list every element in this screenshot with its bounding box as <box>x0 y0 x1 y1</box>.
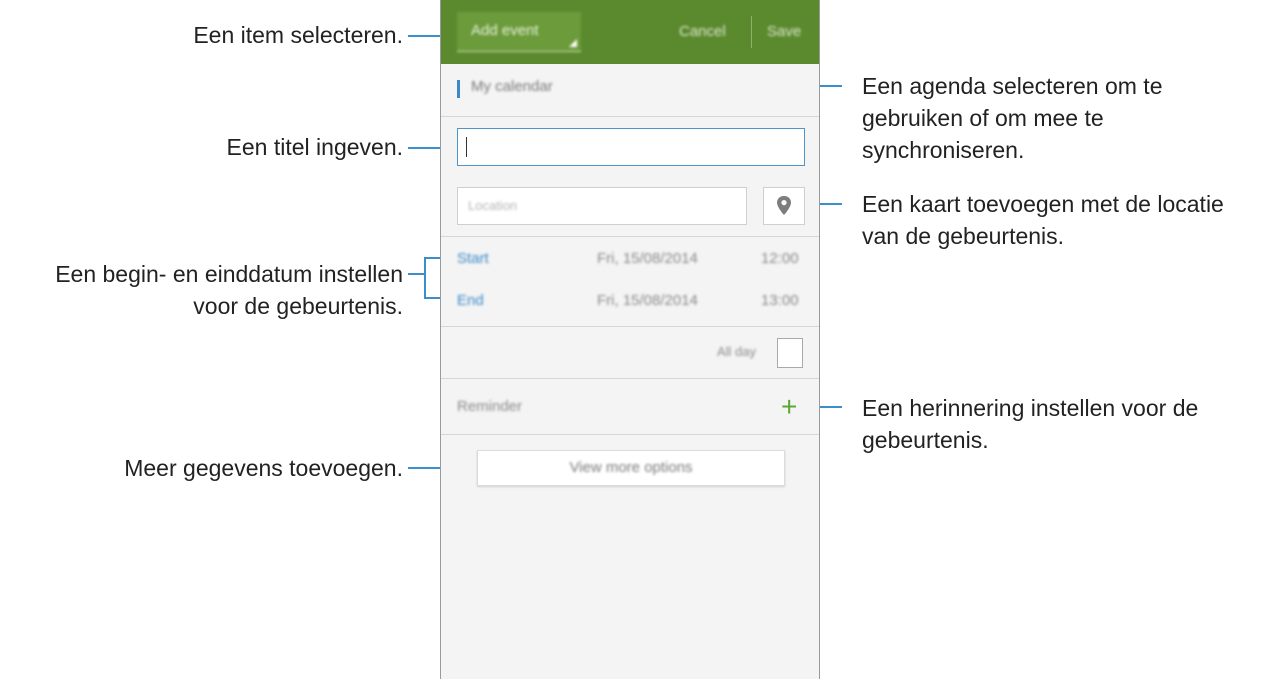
title-input[interactable] <box>457 128 805 166</box>
location-placeholder: Location <box>468 198 518 213</box>
calendar-selector[interactable]: My calendar <box>471 78 553 95</box>
location-input[interactable]: Location <box>457 187 747 225</box>
reminder-label: Reminder <box>457 398 523 415</box>
annotation-set-reminder-line2: gebeurtenis. <box>862 427 989 453</box>
annotation-select-calendar-line3: synchroniseren. <box>862 137 1025 163</box>
annotation-enter-title: Een titel ingeven. <box>226 134 403 160</box>
divider <box>441 378 819 379</box>
view-more-options-label: View more options <box>569 459 693 476</box>
annotation-set-dates: Een begin- en einddatum instellen voor d… <box>55 258 403 322</box>
action-bar: Add event Cancel Save <box>441 0 819 64</box>
leader-line-dates-vertical <box>424 257 426 299</box>
all-day-label: All day <box>717 344 757 359</box>
end-time[interactable]: 13:00 <box>761 292 799 309</box>
event-type-spinner-label: Add event <box>471 22 539 39</box>
divider <box>441 116 819 117</box>
phone-screen: Add event Cancel Save My calendar Locati… <box>440 0 820 679</box>
action-bar-divider <box>751 16 752 48</box>
annotation-set-dates-line2: voor de gebeurtenis. <box>193 293 403 319</box>
start-date[interactable]: Fri, 15/08/2014 <box>597 250 698 267</box>
start-time[interactable]: 12:00 <box>761 250 799 267</box>
annotation-select-calendar-line1: Een agenda selecteren om te <box>862 73 1163 99</box>
annotation-set-dates-line1: Een begin- en einddatum instellen <box>55 261 403 287</box>
annotation-more-details: Meer gegevens toevoegen. <box>124 455 403 481</box>
end-label: End <box>457 292 484 309</box>
annotation-set-reminder-line1: Een herinnering instellen voor de <box>862 395 1199 421</box>
spinner-corner-icon <box>569 39 577 47</box>
event-type-spinner[interactable]: Add event <box>457 12 581 52</box>
map-pin-icon <box>777 196 791 215</box>
calendar-color-indicator <box>457 80 460 98</box>
divider <box>441 326 819 327</box>
end-date[interactable]: Fri, 15/08/2014 <box>597 292 698 309</box>
leader-line-dates-mid <box>408 273 424 275</box>
all-day-checkbox[interactable] <box>777 338 803 368</box>
annotation-select-calendar: Een agenda selecteren om te gebruiken of… <box>862 70 1162 166</box>
cancel-button[interactable]: Cancel <box>679 0 726 64</box>
text-caret <box>466 137 467 157</box>
annotation-select-item: Een item selecteren. <box>193 22 403 48</box>
annotation-set-reminder: Een herinnering instellen voor de gebeur… <box>862 392 1198 456</box>
annotation-add-map: Een kaart toevoegen met de locatie van d… <box>862 188 1224 252</box>
plus-icon[interactable]: + <box>781 392 797 422</box>
annotation-add-map-line1: Een kaart toevoegen met de locatie <box>862 191 1224 217</box>
view-more-options-button[interactable]: View more options <box>477 450 785 486</box>
annotation-select-calendar-line2: gebruiken of om mee te <box>862 105 1104 131</box>
divider <box>441 434 819 435</box>
divider <box>441 236 819 237</box>
save-button[interactable]: Save <box>767 0 801 64</box>
map-button[interactable] <box>763 187 805 225</box>
annotation-add-map-line2: van de gebeurtenis. <box>862 223 1065 249</box>
start-label: Start <box>457 250 489 267</box>
